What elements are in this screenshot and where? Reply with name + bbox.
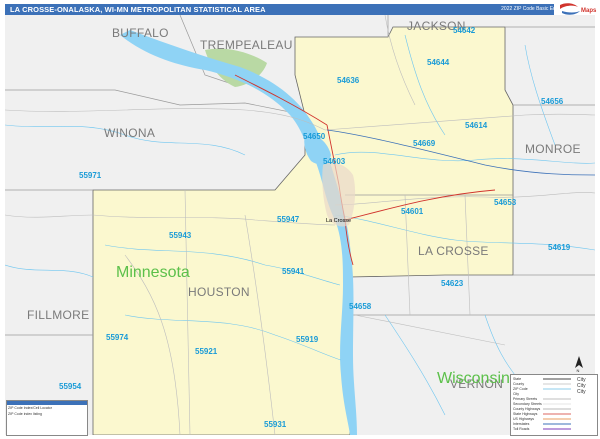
zip-index-legend: ZIP Code Index/Cell Locator ZIP Code ind… [6, 400, 88, 436]
north-arrow-icon: N [575, 356, 583, 372]
county-label-fillmore: FILLMORE [27, 308, 90, 322]
county-label-buffalo: BUFFALO [112, 26, 169, 40]
map-title: LA CROSSE-ONALASKA, WI-MN METROPOLITAN S… [10, 5, 266, 14]
legend-row: State Highways [513, 412, 538, 416]
zip-label: 54658 [349, 302, 372, 311]
zip-label: 54642 [453, 26, 476, 35]
zip-label: 54650 [303, 132, 326, 141]
legend-row: Secondary Streets [513, 402, 542, 406]
legend-row: State [513, 377, 522, 381]
legend-row: Interstates [513, 422, 530, 426]
state-label-minnesota: Minnesota [116, 264, 190, 281]
zip-label: 55947 [277, 215, 300, 224]
zip-label: 55974 [106, 333, 129, 342]
map-page: LA CROSSE-ONALASKA, WI-MN METROPOLITAN S… [0, 0, 600, 439]
zip-label: 55931 [264, 420, 287, 429]
legend-symbols [543, 378, 571, 430]
zip-label: 55943 [169, 231, 192, 240]
legend-row: US Highways [513, 417, 535, 421]
svg-text:Maps: Maps [581, 8, 597, 14]
zip-label: 55971 [79, 171, 102, 180]
zip-index-note: ZIP Code index listing [8, 412, 42, 416]
county-label-winona: WINONA [104, 126, 156, 140]
zip-label: 54614 [465, 121, 488, 130]
county-label-trempealeau: TREMPEALEAU [200, 38, 293, 52]
zip-label: 54601 [401, 207, 424, 216]
zip-label: 54603 [323, 157, 346, 166]
legend-row: Primary Streets [513, 397, 538, 401]
zip-label: 54669 [413, 139, 436, 148]
zip-label: 55941 [282, 267, 305, 276]
zip-label: 54636 [337, 76, 360, 85]
zip-label: 54619 [548, 243, 571, 252]
zip-label: 54653 [494, 198, 517, 207]
zip-label: 54656 [541, 97, 564, 106]
zip-label: 55954 [59, 382, 82, 391]
county-label-houston: HOUSTON [188, 285, 250, 299]
legend-row: County [513, 382, 525, 386]
city-label-la-crosse: La Crosse [326, 218, 352, 224]
legend-row: Toll Roads [513, 427, 530, 431]
county-label-la-crosse: LA CROSSE [418, 244, 489, 258]
svg-text:N: N [577, 368, 580, 372]
county-label-monroe: MONROE [525, 142, 581, 156]
title-bar: LA CROSSE-ONALASKA, WI-MN METROPOLITAN S… [5, 4, 569, 15]
legend-row: City [513, 392, 520, 396]
legend-row: County Highways [513, 407, 541, 411]
zip-label: 54623 [441, 279, 464, 288]
zip-label: 55921 [195, 347, 218, 356]
legend-city-sample: City [577, 389, 586, 395]
state-label-wisconsin: Wisconsin [437, 370, 510, 387]
legend-row: ZIP Code [513, 387, 528, 391]
map-legend: State County ZIP Code City Primary Stree… [510, 374, 598, 436]
zip-label: 54644 [427, 58, 450, 67]
zip-label: 55919 [296, 335, 319, 344]
